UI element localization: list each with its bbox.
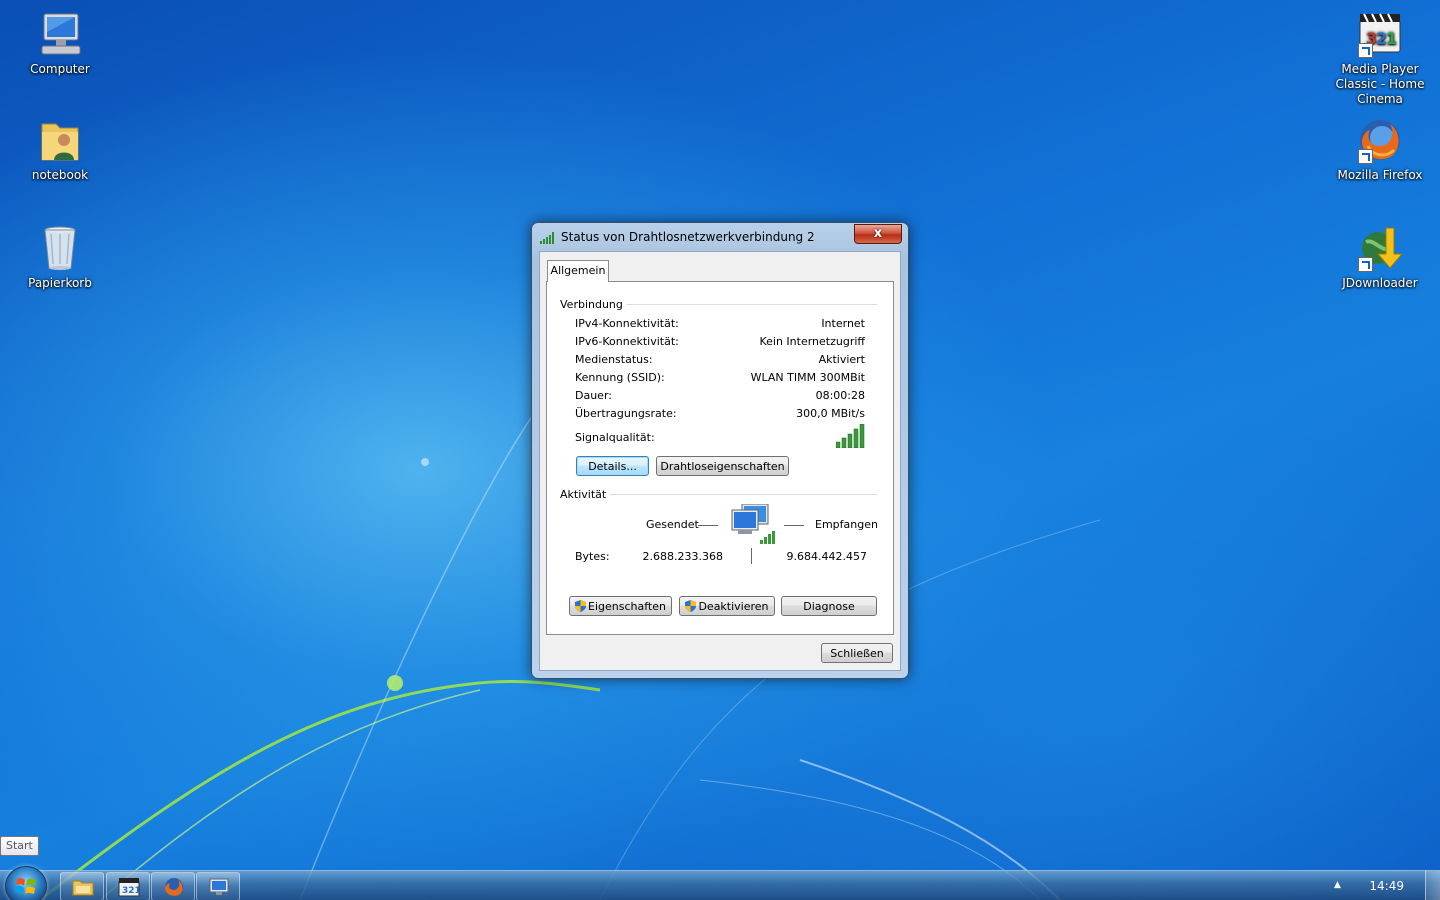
- network-status-dialog[interactable]: Status von Drahtlosnetzwerkverbindung 2 …: [531, 222, 909, 679]
- signal-strength-icon: [540, 232, 554, 244]
- sent-label: Gesendet: [646, 518, 699, 531]
- diagnose-button[interactable]: Diagnose: [781, 596, 877, 616]
- info-row: Medienstatus: Aktiviert: [575, 353, 865, 369]
- details-button[interactable]: Details...: [576, 456, 649, 476]
- desktop-icon-media-player-classic[interactable]: 3 2 1 Media Player Classic - Home Cinema: [1320, 10, 1440, 107]
- jdownloader-icon: [1356, 224, 1404, 272]
- desktop-icon-notebook[interactable]: notebook: [10, 116, 110, 183]
- tab-allgemein[interactable]: Allgemein: [547, 260, 609, 282]
- start-button[interactable]: [5, 866, 47, 900]
- explorer-icon: [72, 880, 94, 896]
- taskbar-clock[interactable]: 14:49: [1369, 879, 1404, 893]
- disable-button-label: Deaktivieren: [698, 600, 769, 613]
- info-row: IPv4-Konnektivität: Internet: [575, 317, 865, 333]
- bytes-sent-value: 2.688.233.368: [642, 550, 723, 563]
- windows-logo-icon: [15, 878, 36, 894]
- taskbar-explorer-button[interactable]: [60, 872, 104, 900]
- computer-icon: [36, 10, 84, 58]
- dialog-title: Status von Drahtlosnetzwerkverbindung 2: [561, 230, 815, 244]
- info-row: Kennung (SSID): WLAN TIMM 300MBit: [575, 371, 865, 387]
- group-divider: [609, 494, 877, 495]
- taskbar: 321 ▲ 14:49: [0, 866, 1440, 900]
- received-line: [784, 525, 804, 526]
- firefox-icon: [165, 878, 183, 896]
- properties-button[interactable]: Eigenschaften: [569, 596, 672, 616]
- received-label: Empfangen: [815, 518, 878, 531]
- signal-quality-row: Signalqualität:: [575, 431, 865, 447]
- tab-panel-general: Verbindung IPv4-Konnektivität: Internet …: [546, 281, 894, 635]
- show-desktop-button[interactable]: [1425, 871, 1440, 900]
- taskbar-network-button[interactable]: [196, 872, 240, 900]
- uac-shield-icon: [685, 600, 697, 612]
- dialog-client-area: Allgemein Verbindung IPv4-Konnektivität:…: [539, 251, 901, 671]
- taskbar-firefox-button[interactable]: [151, 872, 195, 900]
- bytes-divider: [751, 548, 752, 564]
- group-divider: [617, 304, 877, 305]
- start-tooltip: Start: [0, 836, 39, 856]
- window-close-button[interactable]: x: [854, 224, 902, 244]
- network-icon: [209, 878, 229, 895]
- desktop-icon-label: Papierkorb: [28, 276, 92, 290]
- info-row-value: 08:00:28: [815, 389, 865, 402]
- user-folder-icon: [36, 116, 84, 164]
- info-row-key: Kennung (SSID):: [575, 371, 665, 384]
- signal-quality-label: Signalqualität:: [575, 431, 655, 444]
- group-label-activity: Aktivität: [560, 488, 611, 501]
- close-icon: x: [873, 226, 883, 241]
- info-row-key: Übertragungsrate:: [575, 407, 677, 420]
- info-row-value: Internet: [821, 317, 865, 330]
- close-dialog-button[interactable]: Schließen: [821, 643, 893, 663]
- uac-shield-icon: [575, 600, 587, 612]
- info-row: IPv6-Konnektivität: Kein Internetzugriff: [575, 335, 865, 351]
- group-label-connection: Verbindung: [560, 298, 627, 311]
- desktop-icon-label: notebook: [31, 168, 89, 182]
- disable-button[interactable]: Deaktivieren: [679, 596, 775, 616]
- bytes-label: Bytes:: [575, 550, 610, 563]
- info-row-value: Kein Internetzugriff: [759, 335, 865, 348]
- recycle-bin-icon: [36, 224, 84, 272]
- info-row-key: IPv6-Konnektivität:: [575, 335, 679, 348]
- svg-text:321: 321: [122, 886, 140, 896]
- desktop-icon-recycle-bin[interactable]: Papierkorb: [10, 224, 110, 291]
- info-row-key: IPv4-Konnektivität:: [575, 317, 679, 330]
- dialog-titlebar[interactable]: Status von Drahtlosnetzwerkverbindung 2 …: [532, 223, 908, 251]
- sent-line: [698, 525, 718, 526]
- info-row: Übertragungsrate: 300,0 MBit/s: [575, 407, 865, 423]
- properties-button-label: Eigenschaften: [588, 600, 666, 613]
- info-row: Dauer: 08:00:28: [575, 389, 865, 405]
- show-hidden-icons-button[interactable]: ▲: [1334, 880, 1341, 890]
- desktop-icon-jdownloader[interactable]: JDownloader: [1330, 224, 1430, 291]
- firefox-icon: [1356, 116, 1404, 164]
- media-player-classic-icon: 3 2 1: [1356, 10, 1404, 58]
- desktop-icon-computer[interactable]: Computer: [10, 10, 110, 77]
- desktop-icon-label: Computer: [30, 62, 90, 76]
- taskbar-media-player-button[interactable]: 321: [106, 872, 150, 900]
- media-player-icon: 321: [118, 878, 140, 897]
- bytes-received-value: 9.684.442.457: [786, 550, 867, 563]
- network-activity-icon: [731, 504, 775, 544]
- info-row-key: Medienstatus:: [575, 353, 653, 366]
- info-row-value: Aktiviert: [818, 353, 865, 366]
- info-row-value: WLAN TIMM 300MBit: [750, 371, 865, 384]
- desktop-icon-label: JDownloader: [1342, 276, 1418, 290]
- wireless-properties-button[interactable]: Drahtloseigenschaften: [656, 456, 789, 476]
- desktop-icon-label: Mozilla Firefox: [1337, 168, 1423, 182]
- desktop-icon-label: Media Player Classic - Home Cinema: [1335, 62, 1425, 106]
- svg-text:1: 1: [1386, 29, 1397, 48]
- info-row-key: Dauer:: [575, 389, 612, 402]
- desktop-icon-firefox[interactable]: Mozilla Firefox: [1330, 116, 1430, 183]
- signal-quality-icon: [836, 424, 865, 448]
- info-row-value: 300,0 MBit/s: [796, 407, 865, 420]
